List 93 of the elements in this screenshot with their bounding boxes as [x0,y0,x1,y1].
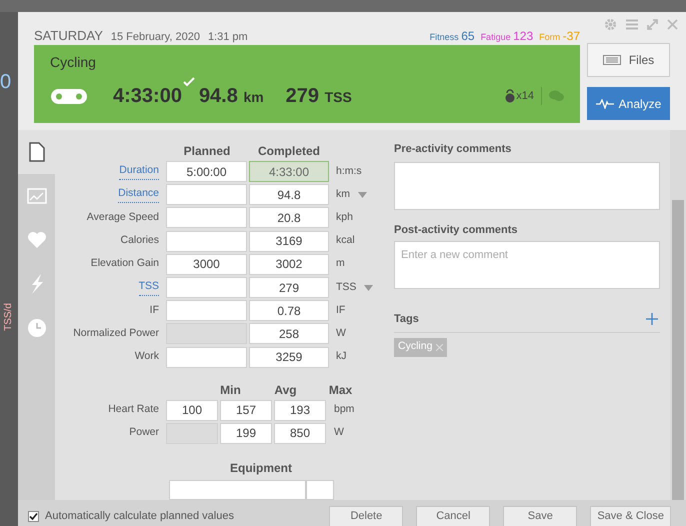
comments-icon[interactable] [549,90,564,102]
section-title: Pre-activity comments [394,142,512,157]
expand-icon[interactable] [647,19,658,30]
unit-label: kph [336,210,353,226]
day-label: SATURDAY [34,27,103,45]
section-title: Equipment [230,460,293,477]
field-label: Power [129,425,159,440]
footer-button[interactable]: Cancel [416,506,490,526]
field-label: Calories [120,233,159,248]
planned-field[interactable] [166,207,247,228]
planned-field[interactable] [166,184,247,206]
unit-label: km [336,186,350,202]
planned-field[interactable] [166,230,247,252]
max-field[interactable]: 850 [274,422,326,444]
menu-icon[interactable] [626,19,638,30]
checkbox-label: Automatically calculate planned values [45,508,234,524]
column-header: Min [219,382,242,399]
field-label: Elevation Gain [90,256,159,272]
settings-icon[interactable] [604,18,617,31]
column-header: Planned [182,143,232,160]
axis-label: TSS/d [4,303,14,331]
completed-field[interactable]: 279 [249,277,329,298]
field-label: Normalized Power [73,326,159,342]
completed-field[interactable]: 3259 [249,346,329,368]
heart-icon [26,231,46,249]
footer-button[interactable]: Save & Close [590,506,671,526]
tss-value: 279 TSS [286,84,352,109]
planned-field[interactable] [166,300,247,322]
dropdown-icon[interactable] [364,284,374,291]
distance-value: 94.8 km [198,84,264,109]
scrollbar-thumb[interactable] [672,200,684,500]
clock-icon [26,318,46,338]
bike-select[interactable] [169,480,306,500]
time-label: 1:31 pm [208,30,248,45]
planned-field[interactable] [166,277,247,298]
max-field[interactable]: 193 [274,400,326,421]
column-header: Completed [256,143,321,160]
field-label: Average Speed [86,210,159,226]
workout-card[interactable]: Cycling 4:33:00 94.8 km 279 TSS x14 [34,45,580,123]
unit-label: h:m:s [336,164,362,179]
list-icon [602,55,621,65]
completed-field[interactable]: 20.8 [249,207,329,228]
pulse-icon [596,98,614,108]
unit-label: bpm [334,402,354,418]
dropdown-icon[interactable] [358,192,367,198]
checkbox[interactable] [28,510,39,522]
planned-field[interactable] [166,346,247,368]
field-label: Work [134,349,159,364]
files-button[interactable]: Files [587,43,670,77]
metric-label: Fitness 65 [430,28,475,45]
analyze-button[interactable]: Analyze [587,87,670,120]
remove-icon[interactable] [436,344,444,350]
avg-field[interactable]: 157 [220,400,272,421]
section-title: Post-activity comments [394,222,518,238]
chart-icon [26,188,46,204]
duration-value: 4:33:00 [113,84,182,109]
completed-field[interactable]: 0.78 [249,300,329,322]
unit-label: m [336,256,345,272]
background-number: 0 [0,72,12,92]
date-label: 15 February, 2020 [110,30,200,45]
column-header: Avg [273,382,298,399]
field-label: Heart Rate [108,402,159,418]
select-toggle[interactable] [306,480,334,500]
unit-label: W [334,425,344,440]
completed-field[interactable]: 94.8 [249,184,329,206]
completed-field[interactable]: 3002 [249,254,329,275]
completed-field[interactable]: 3169 [249,230,329,252]
comment-field[interactable]: Enter a new comment [394,241,660,289]
footer-button[interactable]: Save [503,506,578,526]
unit-label: kcal [336,233,355,248]
count-label: x14 [516,88,534,104]
column-header: Max [328,382,354,399]
sport-label: Cycling [50,55,97,69]
add-icon[interactable] [646,313,658,326]
completed-field[interactable]: 258 [249,323,329,344]
metric-label: Form -37 [539,28,580,45]
completed-field[interactable]: 4:33:00 [249,161,329,182]
footer-button[interactable]: Delete [329,506,404,526]
field-label: IF [150,302,159,318]
section-title: Tags [394,312,419,327]
avg-field[interactable]: 199 [220,422,272,444]
min-field[interactable]: 100 [166,400,218,421]
document-icon [28,142,44,162]
planned-field[interactable]: 5:00:00 [166,161,247,182]
unit-label: W [336,326,346,342]
metric-label: Fatigue 123 [480,28,534,45]
planned-field[interactable]: 3000 [166,254,247,275]
unit-label: TSS [336,280,356,295]
unit-label: IF [336,302,346,318]
close-icon[interactable] [667,19,678,30]
unit-label: kJ [336,349,346,364]
comment-field[interactable] [394,162,660,210]
bike-chain-icon [50,88,88,104]
